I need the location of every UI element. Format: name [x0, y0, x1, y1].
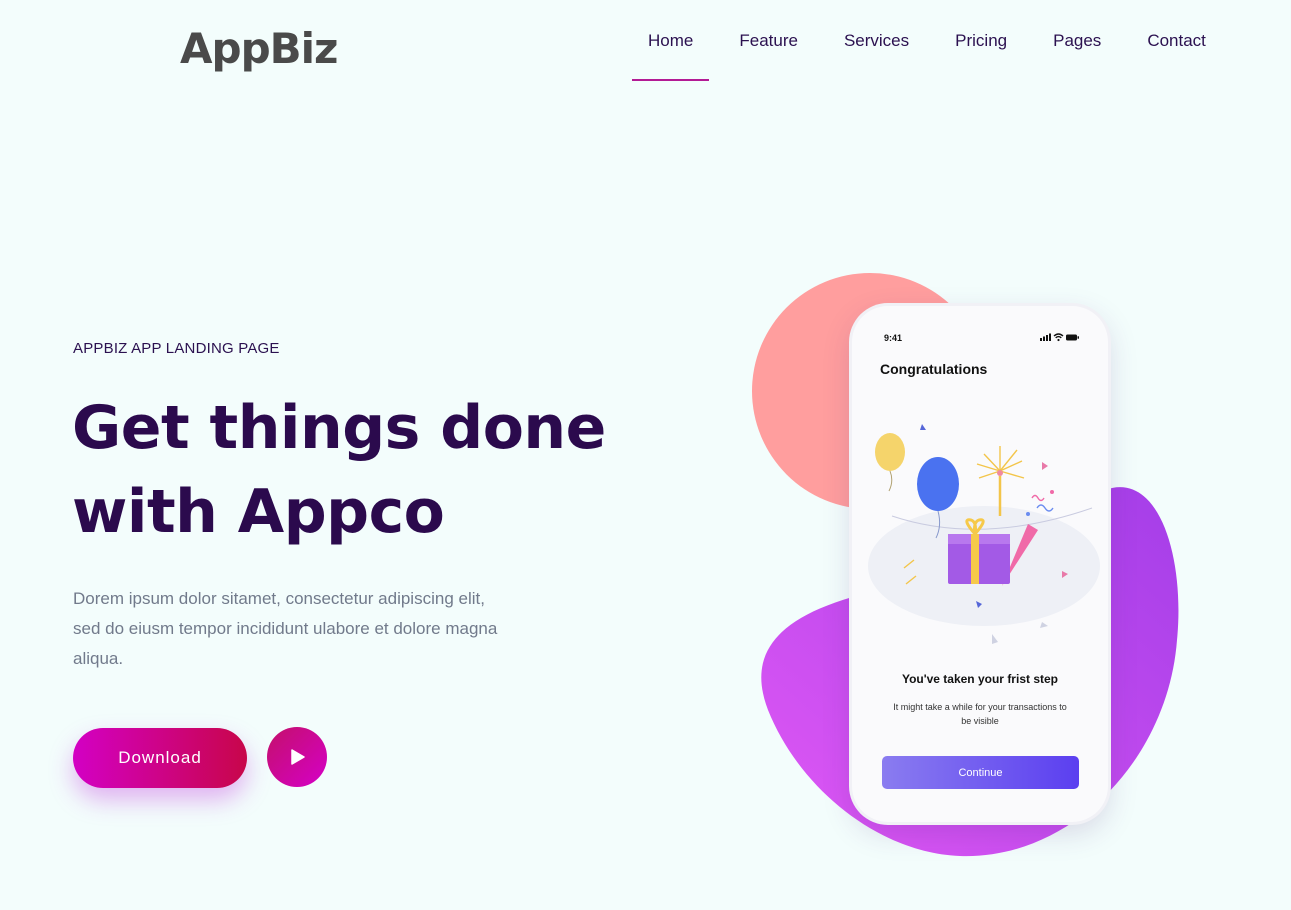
nav-pages[interactable]: Pages	[1037, 0, 1117, 82]
wifi-icon	[1053, 333, 1064, 342]
hero-description: Dorem ipsum dolor sitamet, consectetur a…	[73, 589, 498, 668]
step-message: You've taken your frist step	[901, 672, 1058, 686]
nav-pricing[interactable]: Pricing	[939, 0, 1023, 82]
nav-home[interactable]: Home	[632, 0, 710, 82]
transaction-note: It might take a while for your transacti…	[893, 702, 1067, 726]
hero-headline: Get things done with Appco	[72, 386, 632, 554]
signal-icon	[1040, 333, 1051, 341]
phone-mockup: 9:41 Congratulations You've taken your f…	[852, 306, 1108, 822]
main-nav: Home Feature Services Pricing Pages Cont…	[632, 0, 1236, 82]
hero-eyebrow: APPBIZ APP LANDING PAGE	[73, 340, 280, 357]
battery-icon	[1066, 334, 1079, 341]
yellow-balloon-icon	[875, 433, 905, 492]
status-icons	[1040, 333, 1079, 342]
status-time: 9:41	[884, 333, 903, 343]
nav-services[interactable]: Services	[828, 0, 925, 82]
play-icon	[291, 749, 305, 765]
headline-line-1: Get things done	[72, 393, 606, 463]
brand-logo[interactable]: AppBiz	[180, 24, 338, 73]
sparkler-icon	[976, 446, 1025, 516]
continue-button[interactable]: Continue	[882, 756, 1079, 789]
play-video-button[interactable]	[267, 727, 327, 787]
headline-line-2: with Appco	[72, 477, 445, 547]
download-button[interactable]: Download	[73, 728, 247, 788]
congratulations-title: Congratulations	[880, 361, 988, 377]
nav-contact[interactable]: Contact	[1131, 0, 1222, 82]
nav-feature[interactable]: Feature	[723, 0, 814, 82]
celebration-illustration	[868, 424, 1100, 644]
